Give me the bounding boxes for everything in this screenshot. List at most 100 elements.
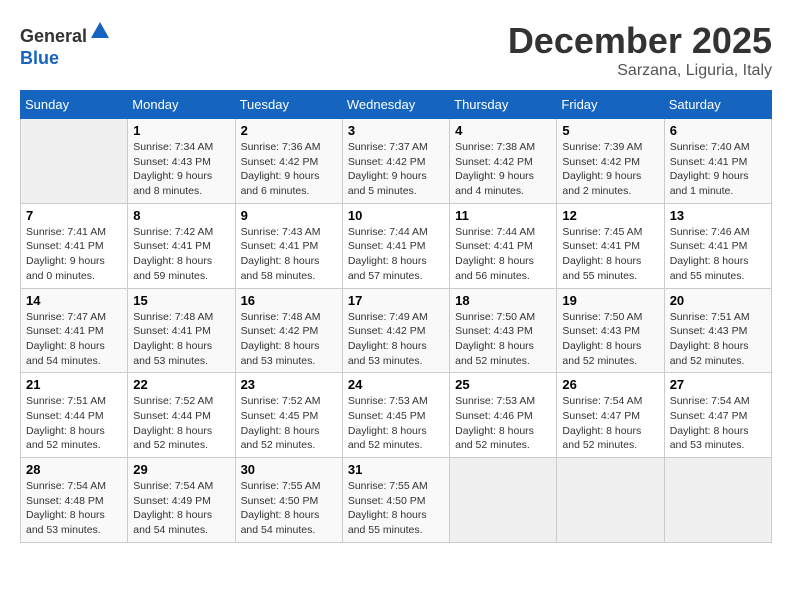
day-info: Sunrise: 7:51 AMSunset: 4:43 PMDaylight:… xyxy=(670,310,766,369)
day-cell: 18 Sunrise: 7:50 AMSunset: 4:43 PMDaylig… xyxy=(450,288,557,373)
day-info: Sunrise: 7:40 AMSunset: 4:41 PMDaylight:… xyxy=(670,140,766,199)
day-number: 19 xyxy=(562,293,658,308)
day-info: Sunrise: 7:37 AMSunset: 4:42 PMDaylight:… xyxy=(348,140,444,199)
logo-blue: Blue xyxy=(20,48,59,68)
day-number: 15 xyxy=(133,293,229,308)
day-cell: 12 Sunrise: 7:45 AMSunset: 4:41 PMDaylig… xyxy=(557,203,664,288)
day-cell: 10 Sunrise: 7:44 AMSunset: 4:41 PMDaylig… xyxy=(342,203,449,288)
day-cell: 30 Sunrise: 7:55 AMSunset: 4:50 PMDaylig… xyxy=(235,458,342,543)
day-number: 5 xyxy=(562,123,658,138)
day-info: Sunrise: 7:49 AMSunset: 4:42 PMDaylight:… xyxy=(348,310,444,369)
day-number: 25 xyxy=(455,377,551,392)
day-cell: 11 Sunrise: 7:44 AMSunset: 4:41 PMDaylig… xyxy=(450,203,557,288)
header-friday: Friday xyxy=(557,91,664,119)
day-info: Sunrise: 7:38 AMSunset: 4:42 PMDaylight:… xyxy=(455,140,551,199)
header-sunday: Sunday xyxy=(21,91,128,119)
day-cell: 5 Sunrise: 7:39 AMSunset: 4:42 PMDayligh… xyxy=(557,119,664,204)
header-saturday: Saturday xyxy=(664,91,771,119)
day-cell: 31 Sunrise: 7:55 AMSunset: 4:50 PMDaylig… xyxy=(342,458,449,543)
day-number: 8 xyxy=(133,208,229,223)
day-number: 10 xyxy=(348,208,444,223)
day-cell: 4 Sunrise: 7:38 AMSunset: 4:42 PMDayligh… xyxy=(450,119,557,204)
day-cell: 6 Sunrise: 7:40 AMSunset: 4:41 PMDayligh… xyxy=(664,119,771,204)
month-title: December 2025 xyxy=(508,20,772,62)
day-cell: 9 Sunrise: 7:43 AMSunset: 4:41 PMDayligh… xyxy=(235,203,342,288)
day-info: Sunrise: 7:55 AMSunset: 4:50 PMDaylight:… xyxy=(241,479,337,538)
day-cell xyxy=(557,458,664,543)
day-number: 7 xyxy=(26,208,122,223)
day-number: 28 xyxy=(26,462,122,477)
day-number: 4 xyxy=(455,123,551,138)
location: Sarzana, Liguria, Italy xyxy=(508,62,772,80)
day-info: Sunrise: 7:54 AMSunset: 4:47 PMDaylight:… xyxy=(562,394,658,453)
day-number: 2 xyxy=(241,123,337,138)
day-number: 23 xyxy=(241,377,337,392)
day-number: 3 xyxy=(348,123,444,138)
logo-general: General xyxy=(20,26,87,46)
day-cell: 22 Sunrise: 7:52 AMSunset: 4:44 PMDaylig… xyxy=(128,373,235,458)
header-monday: Monday xyxy=(128,91,235,119)
day-info: Sunrise: 7:44 AMSunset: 4:41 PMDaylight:… xyxy=(348,225,444,284)
day-cell: 26 Sunrise: 7:54 AMSunset: 4:47 PMDaylig… xyxy=(557,373,664,458)
day-info: Sunrise: 7:55 AMSunset: 4:50 PMDaylight:… xyxy=(348,479,444,538)
day-cell xyxy=(21,119,128,204)
day-cell: 14 Sunrise: 7:47 AMSunset: 4:41 PMDaylig… xyxy=(21,288,128,373)
logo: General Blue xyxy=(20,20,111,69)
day-number: 29 xyxy=(133,462,229,477)
day-info: Sunrise: 7:54 AMSunset: 4:49 PMDaylight:… xyxy=(133,479,229,538)
day-cell: 19 Sunrise: 7:50 AMSunset: 4:43 PMDaylig… xyxy=(557,288,664,373)
day-number: 16 xyxy=(241,293,337,308)
day-info: Sunrise: 7:54 AMSunset: 4:47 PMDaylight:… xyxy=(670,394,766,453)
day-info: Sunrise: 7:53 AMSunset: 4:46 PMDaylight:… xyxy=(455,394,551,453)
day-number: 6 xyxy=(670,123,766,138)
header-wednesday: Wednesday xyxy=(342,91,449,119)
day-number: 18 xyxy=(455,293,551,308)
day-number: 14 xyxy=(26,293,122,308)
logo-icon xyxy=(89,20,111,42)
week-row-2: 7 Sunrise: 7:41 AMSunset: 4:41 PMDayligh… xyxy=(21,203,772,288)
day-cell: 1 Sunrise: 7:34 AMSunset: 4:43 PMDayligh… xyxy=(128,119,235,204)
week-row-1: 1 Sunrise: 7:34 AMSunset: 4:43 PMDayligh… xyxy=(21,119,772,204)
day-number: 1 xyxy=(133,123,229,138)
title-block: December 2025 Sarzana, Liguria, Italy xyxy=(508,20,772,80)
day-cell: 2 Sunrise: 7:36 AMSunset: 4:42 PMDayligh… xyxy=(235,119,342,204)
calendar-table: SundayMondayTuesdayWednesdayThursdayFrid… xyxy=(20,90,772,543)
day-info: Sunrise: 7:50 AMSunset: 4:43 PMDaylight:… xyxy=(562,310,658,369)
day-number: 11 xyxy=(455,208,551,223)
day-cell: 28 Sunrise: 7:54 AMSunset: 4:48 PMDaylig… xyxy=(21,458,128,543)
day-info: Sunrise: 7:43 AMSunset: 4:41 PMDaylight:… xyxy=(241,225,337,284)
day-number: 26 xyxy=(562,377,658,392)
day-cell: 27 Sunrise: 7:54 AMSunset: 4:47 PMDaylig… xyxy=(664,373,771,458)
day-number: 20 xyxy=(670,293,766,308)
day-cell: 20 Sunrise: 7:51 AMSunset: 4:43 PMDaylig… xyxy=(664,288,771,373)
page-header: General Blue December 2025 Sarzana, Ligu… xyxy=(20,20,772,80)
day-number: 31 xyxy=(348,462,444,477)
day-number: 13 xyxy=(670,208,766,223)
day-cell xyxy=(450,458,557,543)
week-row-3: 14 Sunrise: 7:47 AMSunset: 4:41 PMDaylig… xyxy=(21,288,772,373)
day-info: Sunrise: 7:48 AMSunset: 4:42 PMDaylight:… xyxy=(241,310,337,369)
day-cell: 7 Sunrise: 7:41 AMSunset: 4:41 PMDayligh… xyxy=(21,203,128,288)
day-cell xyxy=(664,458,771,543)
day-number: 9 xyxy=(241,208,337,223)
day-cell: 17 Sunrise: 7:49 AMSunset: 4:42 PMDaylig… xyxy=(342,288,449,373)
week-row-4: 21 Sunrise: 7:51 AMSunset: 4:44 PMDaylig… xyxy=(21,373,772,458)
day-cell: 23 Sunrise: 7:52 AMSunset: 4:45 PMDaylig… xyxy=(235,373,342,458)
day-info: Sunrise: 7:47 AMSunset: 4:41 PMDaylight:… xyxy=(26,310,122,369)
day-info: Sunrise: 7:39 AMSunset: 4:42 PMDaylight:… xyxy=(562,140,658,199)
header-tuesday: Tuesday xyxy=(235,91,342,119)
day-info: Sunrise: 7:54 AMSunset: 4:48 PMDaylight:… xyxy=(26,479,122,538)
day-info: Sunrise: 7:41 AMSunset: 4:41 PMDaylight:… xyxy=(26,225,122,284)
day-number: 22 xyxy=(133,377,229,392)
day-cell: 13 Sunrise: 7:46 AMSunset: 4:41 PMDaylig… xyxy=(664,203,771,288)
day-cell: 15 Sunrise: 7:48 AMSunset: 4:41 PMDaylig… xyxy=(128,288,235,373)
day-info: Sunrise: 7:36 AMSunset: 4:42 PMDaylight:… xyxy=(241,140,337,199)
day-number: 21 xyxy=(26,377,122,392)
day-cell: 8 Sunrise: 7:42 AMSunset: 4:41 PMDayligh… xyxy=(128,203,235,288)
day-info: Sunrise: 7:46 AMSunset: 4:41 PMDaylight:… xyxy=(670,225,766,284)
header-thursday: Thursday xyxy=(450,91,557,119)
week-row-5: 28 Sunrise: 7:54 AMSunset: 4:48 PMDaylig… xyxy=(21,458,772,543)
day-cell: 29 Sunrise: 7:54 AMSunset: 4:49 PMDaylig… xyxy=(128,458,235,543)
day-info: Sunrise: 7:42 AMSunset: 4:41 PMDaylight:… xyxy=(133,225,229,284)
day-info: Sunrise: 7:52 AMSunset: 4:44 PMDaylight:… xyxy=(133,394,229,453)
